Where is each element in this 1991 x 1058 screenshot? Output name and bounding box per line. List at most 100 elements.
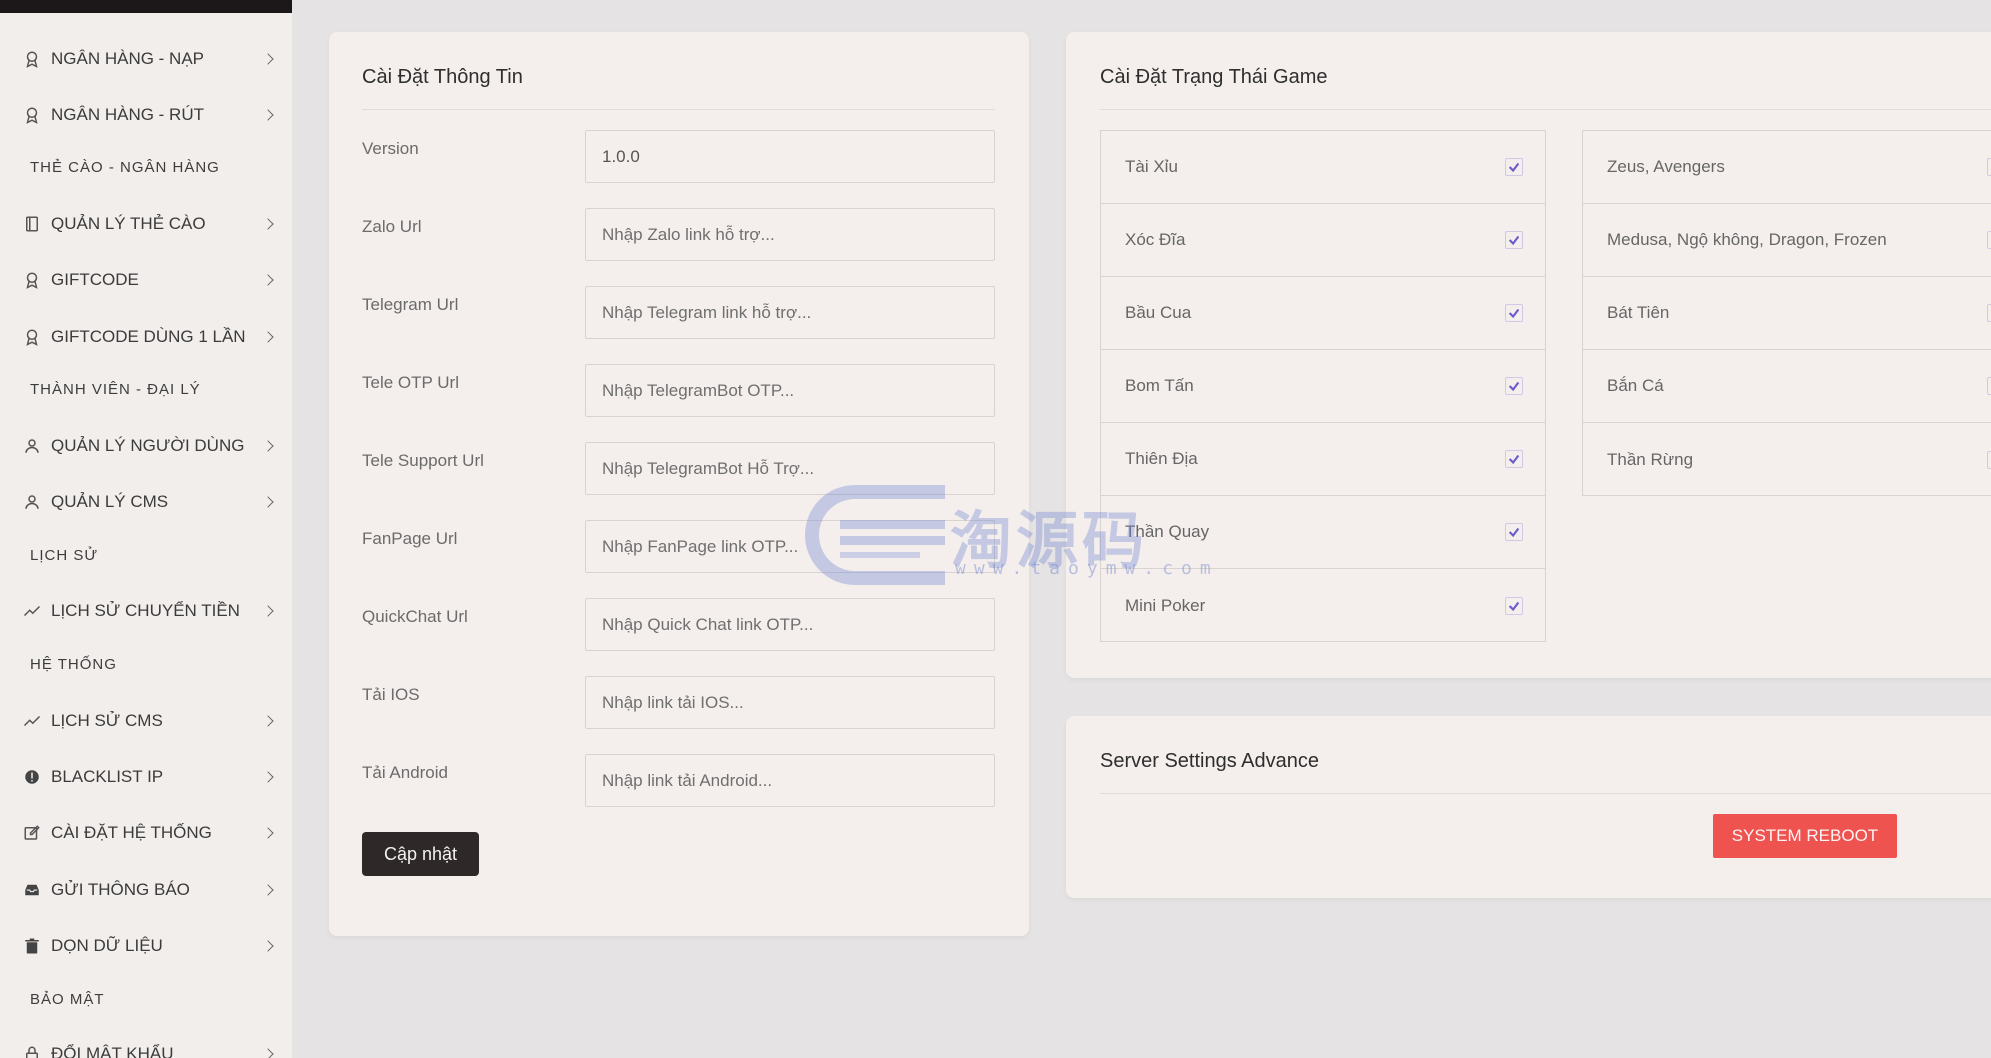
tele-otp-url-field[interactable] — [585, 364, 995, 417]
game-toggle-checkbox[interactable] — [1505, 596, 1523, 615]
tele-otp-url-label: Tele OTP Url — [362, 373, 459, 392]
ios-download-label: Tải IOS — [362, 685, 420, 704]
sidebar-item-label: DỌN DỮ LIỆU — [51, 936, 163, 955]
trending-up-icon — [22, 711, 42, 731]
game-name: Medusa, Ngộ không, Dragon, Frozen — [1607, 230, 1887, 249]
award-icon — [22, 49, 42, 69]
game-row-bomtan: Bom Tấn — [1101, 350, 1545, 423]
zalo-url-field[interactable] — [585, 208, 995, 261]
game-toggle-checkbox[interactable] — [1505, 158, 1523, 176]
game-name: Bát Tiên — [1607, 303, 1670, 322]
chevron-right-icon — [262, 827, 274, 839]
game-toggle-checkbox[interactable] — [1987, 231, 1991, 249]
info-card-title: Cài Đặt Thông Tin — [362, 66, 523, 88]
fanpage-url-field[interactable] — [585, 520, 995, 573]
game-name: Tài Xỉu — [1125, 157, 1178, 176]
check-icon — [1508, 601, 1520, 611]
sidebar-item-blacklist-ip[interactable]: BLACKLIST IP — [0, 757, 292, 797]
lock-icon — [22, 1044, 42, 1058]
sidebar-item-user-manage[interactable]: QUẢN LÝ NGƯỜI DÙNG — [0, 426, 292, 466]
check-icon — [1508, 381, 1520, 392]
game-name: Bầu Cua — [1125, 303, 1192, 322]
game-toggle-checkbox[interactable] — [1987, 450, 1991, 469]
sidebar-item-system-settings[interactable]: CÀI ĐẶT HỆ THỐNG — [0, 813, 292, 853]
game-name: Bom Tấn — [1125, 376, 1194, 395]
award-icon — [22, 270, 42, 290]
chevron-right-icon — [262, 771, 274, 783]
game-name: Thần Quay — [1125, 522, 1210, 541]
zalo-url-label: Zalo Url — [362, 217, 422, 236]
tele-support-url-field[interactable] — [585, 442, 995, 495]
game-row-thanrung: Thần Rừng — [1583, 423, 1991, 496]
server-card-divider — [1100, 793, 1991, 794]
android-download-field[interactable] — [585, 754, 995, 807]
game-name: Mini Poker — [1125, 595, 1206, 615]
quickchat-url-field[interactable] — [585, 598, 995, 651]
trending-up-icon — [22, 601, 42, 621]
game-toggle-checkbox[interactable] — [1505, 450, 1523, 468]
check-icon — [1508, 527, 1520, 538]
sidebar-item-bank-deposit[interactable]: NGÂN HÀNG - NẠP — [0, 39, 292, 79]
game-toggle-checkbox[interactable] — [1505, 377, 1523, 395]
sidebar-item-cms-history[interactable]: LỊCH SỬ CMS — [0, 701, 292, 741]
game-name: Thiên Địa — [1125, 449, 1198, 468]
game-row-taixiu: Tài Xỉu — [1101, 131, 1545, 204]
chevron-right-icon — [262, 605, 274, 617]
version-label: Version — [362, 139, 419, 158]
sidebar: NGÂN HÀNG - NẠP NGÂN HÀNG - RÚT THẺ CÀO … — [0, 0, 292, 1058]
game-toggle-checkbox[interactable] — [1987, 377, 1991, 395]
sidebar-item-label: CÀI ĐẶT HỆ THỐNG — [51, 823, 212, 842]
quickchat-url-label: QuickChat Url — [362, 607, 468, 626]
sidebar-header-card-bank: THẺ CÀO - NGÂN HÀNG — [30, 159, 220, 176]
game-toggle-checkbox[interactable] — [1505, 231, 1523, 249]
game-row-thiendia: Thiên Địa — [1101, 423, 1545, 496]
chevron-right-icon — [262, 884, 274, 896]
sidebar-item-label: QUẢN LÝ THẺ CÀO — [51, 214, 206, 233]
sidebar-item-cms-manage[interactable]: QUẢN LÝ CMS — [0, 482, 292, 522]
game-toggle-checkbox[interactable] — [1987, 158, 1991, 176]
sidebar-item-transfer-history[interactable]: LỊCH SỬ CHUYỂN TIỀN — [0, 591, 292, 631]
sidebar-item-label: GIFTCODE — [51, 270, 139, 289]
chevron-right-icon — [262, 218, 274, 230]
sidebar-item-clean-data[interactable]: DỌN DỮ LIỆU — [0, 926, 292, 966]
sidebar-item-label: LỊCH SỬ CHUYỂN TIỀN — [51, 601, 240, 620]
user-icon — [22, 492, 42, 512]
game-row-baucua: Bầu Cua — [1101, 277, 1545, 350]
sidebar-item-card-manage[interactable]: QUẢN LÝ THẺ CÀO — [0, 204, 292, 244]
system-reboot-button[interactable]: SYSTEM REBOOT — [1713, 814, 1897, 858]
telegram-url-label: Telegram Url — [362, 295, 459, 314]
game-name: Thần Rừng — [1607, 449, 1694, 469]
game-row-thanquay: Thần Quay — [1101, 496, 1545, 569]
sidebar-item-label: NGÂN HÀNG - RÚT — [51, 105, 204, 124]
sidebar-item-change-password[interactable]: ĐỔI MẬT KHẨU — [0, 1034, 292, 1058]
sidebar-item-label: GIFTCODE DÙNG 1 LẦN — [51, 327, 246, 346]
sidebar-item-giftcode[interactable]: GIFTCODE — [0, 260, 292, 300]
sidebar-item-label: QUẢN LÝ CMS — [51, 492, 169, 511]
check-icon — [1508, 162, 1520, 173]
game-toggle-checkbox[interactable] — [1987, 304, 1991, 322]
sidebar-item-send-notification[interactable]: GỬI THÔNG BÁO — [0, 870, 292, 910]
version-field[interactable] — [585, 130, 995, 183]
telegram-url-field[interactable] — [585, 286, 995, 339]
inbox-icon — [22, 880, 42, 900]
award-icon — [22, 105, 42, 125]
sidebar-item-giftcode-once[interactable]: GIFTCODE DÙNG 1 LẦN — [0, 317, 292, 357]
check-icon — [1508, 235, 1520, 246]
sidebar-item-label: ĐỔI MẬT KHẨU — [51, 1044, 174, 1058]
sidebar-item-label: QUẢN LÝ NGƯỜI DÙNG — [51, 436, 245, 455]
sidebar-header-history: LỊCH SỬ — [30, 547, 99, 564]
tele-support-url-label: Tele Support Url — [362, 451, 484, 470]
ios-download-field[interactable] — [585, 676, 995, 729]
chevron-right-icon — [262, 1048, 274, 1058]
chevron-right-icon — [262, 274, 274, 286]
game-toggle-checkbox[interactable] — [1505, 304, 1523, 322]
award-icon — [22, 327, 42, 347]
sidebar-item-bank-withdraw[interactable]: NGÂN HÀNG - RÚT — [0, 95, 292, 135]
game-name: Zeus, Avengers — [1607, 157, 1725, 176]
update-button[interactable]: Cập nhật — [362, 832, 479, 876]
trash-icon — [22, 936, 42, 956]
server-card-title: Server Settings Advance — [1100, 750, 1320, 772]
alert-circle-icon — [22, 767, 42, 787]
game-toggle-checkbox[interactable] — [1505, 523, 1523, 541]
chevron-right-icon — [262, 715, 274, 727]
